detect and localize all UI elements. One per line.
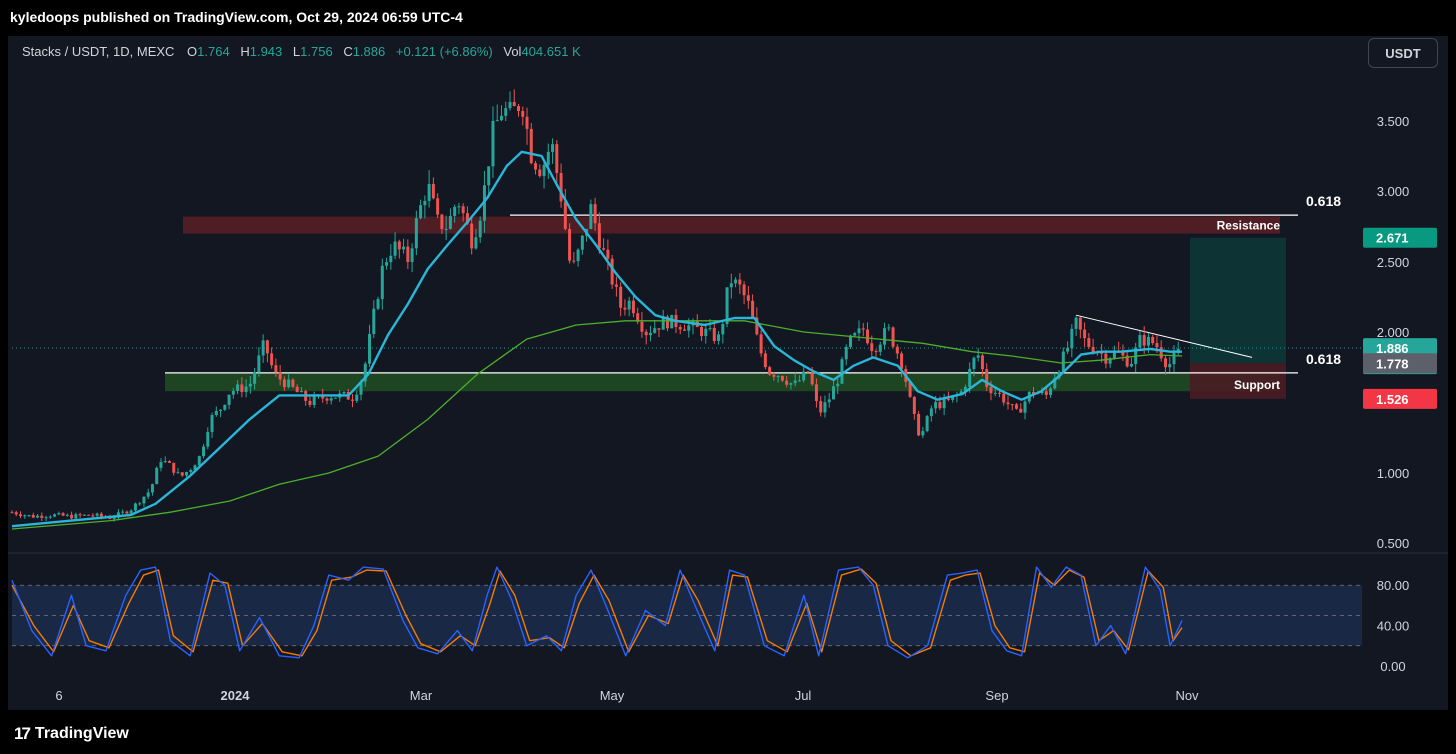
low-value: 1.756 [300,44,333,59]
brand-name: TradingView [34,725,129,742]
publisher-caption: kyledoops published on TradingView.com, … [10,9,463,25]
tradingview-logo-icon: 17 [14,724,31,743]
high-label: H [240,44,250,59]
close-value: 1.886 [352,44,386,59]
open-value: 1.764 [197,44,230,59]
symbol-name: Stacks / USDT, 1D, MEXC [22,44,175,59]
symbol-legend: Stacks / USDT, 1D, MEXC O1.764 H1.943 L1… [22,44,584,59]
high-value: 1.943 [249,44,283,59]
change-value: +0.121 (+6.86%) [395,44,493,59]
footer-brand: 17 TradingView [14,724,129,744]
open-label: O [187,44,198,59]
currency-button[interactable]: USDT [1368,38,1438,68]
chart-area[interactable] [8,36,1448,710]
volume-value: 404.651 K [521,44,581,59]
volume-label: Vol [503,44,522,59]
close-label: C [343,44,353,59]
